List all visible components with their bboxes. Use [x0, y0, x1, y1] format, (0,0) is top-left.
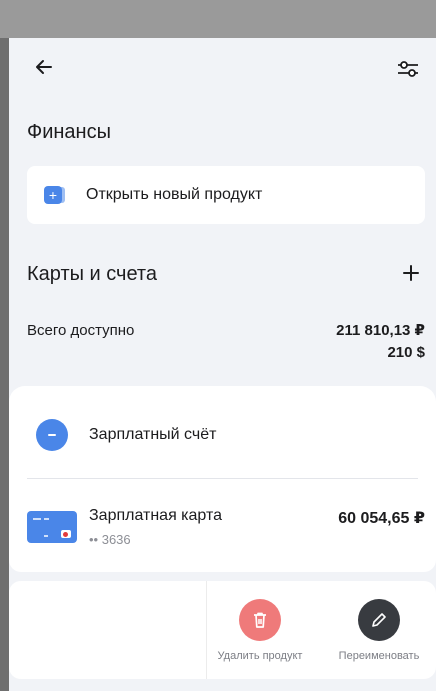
back-button[interactable] [31, 54, 57, 80]
add-product-icon: + [44, 186, 62, 204]
plus-icon [403, 265, 419, 281]
trash-icon [239, 599, 281, 641]
finance-screen: Финансы + Открыть новый продукт Карты и … [9, 38, 436, 691]
swipe-actions-row: Удалить продукт Переименовать [9, 581, 436, 679]
salary-account-item[interactable]: Зарплатный счёт [89, 426, 216, 444]
status-bar [0, 0, 436, 38]
open-product-label: Открыть новый продукт [86, 186, 263, 203]
salary-card-item[interactable]: Зарплатная карта [89, 507, 222, 525]
card-balance: 60 054,65 ₽ [338, 510, 425, 527]
delete-product-label: Удалить продукт [217, 650, 303, 662]
divider [27, 478, 418, 479]
accounts-card: Зарплатный счёт Зарплатная карта •• 3636… [9, 386, 436, 572]
open-product-button[interactable]: + Открыть новый продукт [27, 166, 425, 224]
total-available-rub: 211 810,13 ₽ [336, 322, 425, 339]
arrow-left-icon [36, 60, 52, 74]
rename-label: Переименовать [338, 650, 420, 662]
delete-product-button[interactable]: Удалить продукт [205, 581, 315, 679]
sliders-icon [398, 61, 418, 77]
add-account-button[interactable] [399, 261, 423, 285]
page-title: Финансы [27, 121, 111, 143]
total-available-label: Всего доступно [27, 322, 135, 339]
total-available-usd: 210 $ [387, 344, 425, 361]
section-title: Карты и счета [27, 263, 157, 285]
salary-account-icon [36, 419, 68, 451]
bank-card-icon [27, 511, 77, 543]
card-number: •• 3636 [89, 532, 131, 547]
filter-button[interactable] [393, 56, 423, 82]
pencil-icon [358, 599, 400, 641]
rename-button[interactable]: Переименовать [324, 581, 434, 679]
swiped-item[interactable] [9, 581, 206, 679]
